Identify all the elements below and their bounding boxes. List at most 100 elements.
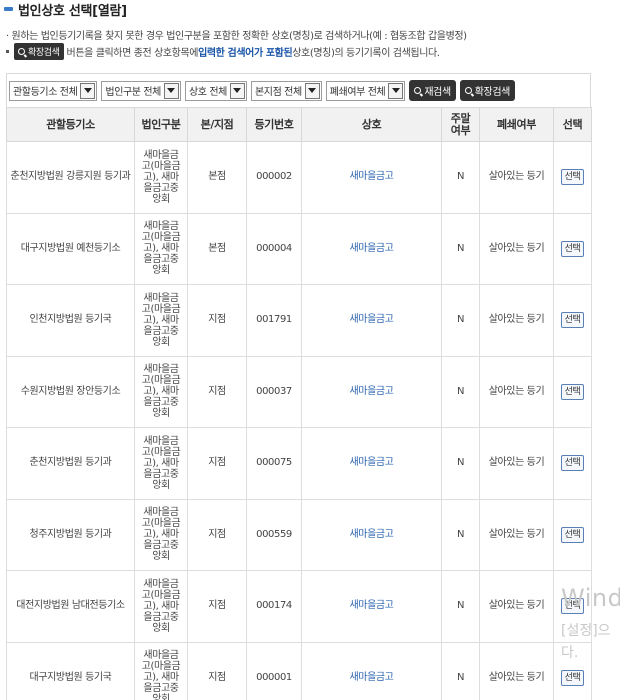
table-row: 수원지방법원 장안등기소 새마을금 고(마을금 고), 새마 을금고중 앙회 지점 00003… <box>6 355 592 428</box>
court-cell: 춘천지방법원 등기과 <box>6 427 135 500</box>
col-header-name: 상호 <box>301 107 442 142</box>
company-name-link[interactable]: 새마을금고 <box>349 243 393 254</box>
select-cell: 선택 <box>553 498 592 571</box>
type-cell-line: 새마을금 <box>143 364 179 376</box>
type-filter-select[interactable]: 법인구분 전체 <box>101 80 181 101</box>
trade-filter-value: 상호 전체 <box>188 87 227 98</box>
court-cell: 청주지방법원 등기과 <box>6 498 135 571</box>
type-cell-line: 을금고중 <box>143 397 179 409</box>
type-cell-line: 고), 새마 <box>143 171 179 183</box>
court-filter-select[interactable]: 관할등기소 전체 <box>9 80 98 101</box>
search-icon <box>414 87 422 94</box>
type-cell-line: 을금고중 <box>143 540 179 552</box>
court-filter-value: 관할등기소 전체 <box>13 87 78 98</box>
branch-cell: 지점 <box>187 498 247 571</box>
branch-cell: 지점 <box>187 355 247 428</box>
branch-cell: 본점 <box>187 141 247 214</box>
select-cell: 선택 <box>553 284 592 357</box>
name-cell: 새마을금고 <box>301 570 442 643</box>
company-name-link[interactable]: 새마을금고 <box>349 314 393 325</box>
col-header-main-l2: 여부 <box>450 123 471 137</box>
type-cell-line: 새마을금 <box>143 149 179 161</box>
select-button[interactable]: 선택 <box>560 312 585 329</box>
type-cell-line: 을금고중 <box>143 325 179 337</box>
branch-cell: 지점 <box>187 641 247 700</box>
branch-cell: 지점 <box>187 570 247 643</box>
type-cell-line: 새마을금 <box>143 578 179 590</box>
col-header-closed: 폐쇄여부 <box>479 107 554 142</box>
main-cell: N <box>441 427 480 500</box>
closed-filter-select[interactable]: 폐쇄여부 전체 <box>325 80 406 101</box>
select-cell: 선택 <box>553 427 592 500</box>
regno-cell: 000559 <box>246 498 302 571</box>
name-cell: 새마을금고 <box>301 427 442 500</box>
company-name-link[interactable]: 새마을금고 <box>349 457 393 468</box>
type-cell-line: 새마을금 <box>143 221 179 233</box>
company-name-link[interactable]: 새마을금고 <box>349 672 393 683</box>
company-name-link[interactable]: 새마을금고 <box>349 386 393 397</box>
type-cell-line: 새마을금 <box>143 435 179 447</box>
type-cell-line: 앙회 <box>152 408 170 420</box>
chevron-down-icon[interactable] <box>163 82 179 99</box>
activation-watermark-sub: [설정]으 다. <box>561 620 611 664</box>
closed-filter-value: 폐쇄여부 전체 <box>329 87 386 98</box>
select-button[interactable]: 선택 <box>560 383 585 400</box>
type-cell-line: 을금고중 <box>143 468 179 480</box>
expand-search-button[interactable]: 확장검색 <box>459 80 515 101</box>
regno-cell: 000075 <box>246 427 302 500</box>
type-cell-line: 고), 새마 <box>143 529 179 541</box>
type-cell-line: 앙회 <box>152 193 170 205</box>
trade-filter-select[interactable]: 상호 전체 <box>184 80 247 101</box>
branch-filter-select[interactable]: 본지점 전체 <box>250 80 322 101</box>
closed-status-cell: 살아있는 등기 <box>479 641 554 700</box>
type-cell-line: 고(마을금 <box>141 160 181 172</box>
chevron-down-icon[interactable] <box>388 82 404 99</box>
select-button[interactable]: 선택 <box>560 240 585 257</box>
chevron-down-icon[interactable] <box>229 82 245 99</box>
info-line-2-text-a: 버튼을 클릭하면 종전 상호항목에 <box>66 48 199 59</box>
type-cell-line: 고), 새마 <box>143 386 179 398</box>
main-cell: N <box>441 641 480 700</box>
type-cell-line: 고), 새마 <box>143 457 179 469</box>
closed-status-cell: 살아있는 등기 <box>479 355 554 428</box>
type-cell-line: 앙회 <box>152 622 170 634</box>
activation-watermark: Wind <box>561 584 620 612</box>
regno-cell: 000002 <box>246 141 302 214</box>
closed-status-cell: 살아있는 등기 <box>479 141 554 214</box>
court-cell: 대구지방법원 예천등기소 <box>6 212 135 285</box>
name-cell: 새마을금고 <box>301 641 442 700</box>
search-icon <box>18 48 25 55</box>
select-button[interactable]: 선택 <box>560 455 585 472</box>
info-expand-search-button[interactable]: 확장검색 <box>14 43 64 60</box>
type-cell: 새마을금 고(마을금 고), 새마 을금고중 앙회 <box>134 570 188 643</box>
type-cell-line: 고(마을금 <box>141 518 181 530</box>
page-title: 법인상호 선택[열람] <box>18 3 127 19</box>
regno-cell: 001791 <box>246 284 302 357</box>
table-row: 대구지방법원 등기국 새마을금 고(마을금 고), 새마 을금고중 앙회 지점 000001 새… <box>6 641 592 700</box>
table-row: 대구지방법원 예천등기소 새마을금 고(마을금 고), 새마 을금고중 앙회 본점 00000… <box>6 212 592 285</box>
select-button[interactable]: 선택 <box>560 169 585 186</box>
type-cell-line: 고), 새마 <box>143 600 179 612</box>
type-cell-line: 을금고중 <box>143 611 179 623</box>
main-cell: N <box>441 284 480 357</box>
type-cell: 새마을금 고(마을금 고), 새마 을금고중 앙회 <box>134 141 188 214</box>
branch-cell: 지점 <box>187 427 247 500</box>
company-name-link[interactable]: 새마을금고 <box>349 171 393 182</box>
type-cell: 새마을금 고(마을금 고), 새마 을금고중 앙회 <box>134 641 188 700</box>
watermark-line-3: 다. <box>561 645 579 661</box>
info-line-2-text-b: 상호(명칭)의 등기기록이 검색됩니다. <box>292 48 440 59</box>
chevron-down-icon[interactable] <box>304 82 320 99</box>
company-name-link[interactable]: 새마을금고 <box>349 529 393 540</box>
type-cell-line: 앙회 <box>152 551 170 563</box>
branch-cell: 지점 <box>187 284 247 357</box>
table-row: 대전지방법원 남대전등기소 새마을금 고(마을금 고), 새마 을금고중 앙회 지점 0001… <box>6 570 592 643</box>
chevron-down-icon[interactable] <box>80 82 96 99</box>
type-cell-line: 을금고중 <box>143 683 179 695</box>
select-button[interactable]: 선택 <box>560 526 585 543</box>
company-name-link[interactable]: 새마을금고 <box>349 600 393 611</box>
name-cell: 새마을금고 <box>301 355 442 428</box>
type-cell-line: 고), 새마 <box>143 314 179 326</box>
select-cell: 선택 <box>553 141 592 214</box>
select-button[interactable]: 선택 <box>560 669 585 686</box>
research-button[interactable]: 재검색 <box>409 80 456 101</box>
